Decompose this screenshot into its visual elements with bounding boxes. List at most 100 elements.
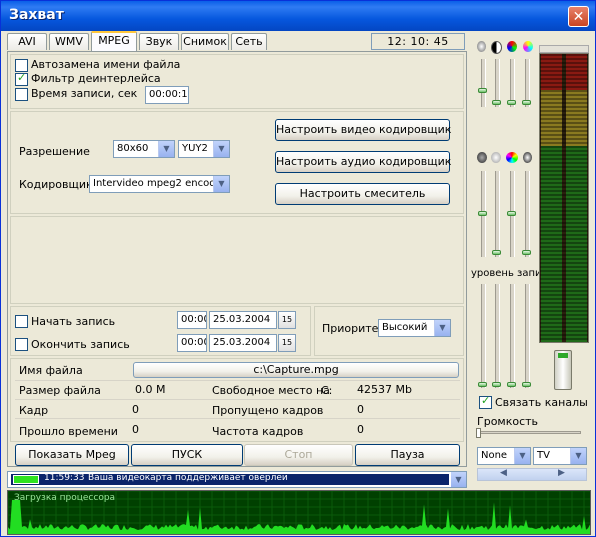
framerate-label: Частота кадров [212,425,304,438]
start-record-checkbox[interactable] [15,315,28,328]
dropped-value: 0 [357,403,364,416]
chevron-down-icon[interactable]: ▼ [514,448,530,464]
check-icon: ✓ [17,71,27,84]
framerate-value: 0 [357,423,364,436]
priority-select[interactable]: Высокий ▼ [378,319,451,337]
start-date-field[interactable]: 25.03.2004 [209,311,277,329]
record-time-field[interactable]: 00:00:10 [145,86,189,104]
start-time-field[interactable]: 00:00 [177,311,207,329]
link-channels-checkbox[interactable]: ✓ [479,394,492,409]
start-record-label: Начать запись [31,315,116,328]
deinterlace-checkbox[interactable]: ✓ [15,71,28,86]
slider-knob-6[interactable] [492,250,501,255]
rec-level-knob-3[interactable] [507,382,516,387]
audio-source-select[interactable]: None ▼ [477,447,531,465]
encoder-select[interactable]: Intervideo mpeg2 encoder ▼ [89,175,230,193]
vu-meter-header [539,45,589,53]
close-icon[interactable]: ✕ [568,6,589,27]
chevron-down-icon[interactable]: ▼ [158,141,174,157]
rec-level-track-2[interactable] [495,284,500,388]
arrow-left-icon[interactable]: ◀ [500,468,507,478]
title-bar[interactable]: Захват ✕ [1,1,595,31]
check-icon: ✓ [481,394,491,407]
configure-video-encoder-button[interactable]: Настроить видео кодировщик [275,119,451,141]
stop-time-field[interactable]: 00:00 [177,334,207,352]
video-source-value: TV [537,450,550,461]
filesize-value: 0.0 M [135,383,166,396]
frame-value: 0 [132,403,139,416]
configure-audio-encoder-button[interactable]: Настроить аудио кодировщик [275,151,451,173]
status-bar[interactable]: 11:59:33 Ваша видеокарта поддерживает ов… [7,471,467,488]
tab-network[interactable]: Сеть [231,33,267,50]
stop-button[interactable]: Стоп [244,444,353,466]
show-mpeg-button[interactable]: Показать Mpeg [15,444,129,466]
colorspace-select[interactable]: YUY2 ▼ [178,140,230,158]
record-time-label: Время записи, сек [31,87,138,100]
stop-record-label: Окончить запись [31,338,130,351]
clock-display: 12: 10: 45 [371,33,465,50]
filesize-label: Размер файла [19,384,101,397]
colorspace-value: YUY2 [182,143,208,154]
chevron-down-icon[interactable]: ▼ [434,320,450,336]
tab-mpeg[interactable]: MPEG [91,31,137,51]
window-title: Захват [9,7,64,23]
tab-avi[interactable]: AVI [7,33,47,50]
tab-sound[interactable]: Звук [139,33,179,50]
calendar-icon[interactable]: 15 [278,334,296,352]
master-volume-indicator [558,353,568,358]
audio-adjust-icons [477,152,537,166]
cpu-load-fill [8,500,590,534]
rec-level-track-3[interactable] [510,284,515,388]
rec-level-track-1[interactable] [481,284,486,388]
stop-date-field[interactable]: 25.03.2004 [209,334,277,352]
video-source-select[interactable]: TV ▼ [533,447,587,465]
chevron-down-icon[interactable]: ▼ [213,141,229,157]
rec-level-knob-4[interactable] [522,382,531,387]
chevron-down-icon[interactable]: ▼ [213,176,229,192]
tab-snapshot[interactable]: Снимок [181,33,229,50]
rec-level-knob-1[interactable] [478,382,487,387]
priority-value: Высокий [382,322,428,333]
saturation-icon [523,41,533,52]
sharpness-icon [523,152,532,163]
arrow-right-icon[interactable]: ▶ [558,468,565,478]
chevron-down-icon[interactable]: ▼ [451,472,466,487]
rec-level-track-4[interactable] [525,284,530,388]
contrast-icon [491,41,502,54]
master-volume-slider[interactable] [554,350,572,390]
contrast-slider-knob[interactable] [492,100,501,105]
hue-icon [507,41,517,52]
configure-mixer-button[interactable]: Настроить смеситель [275,183,450,205]
saturation-slider-knob[interactable] [522,100,531,105]
rec-level-knob-2[interactable] [492,382,501,387]
record-time-checkbox[interactable] [15,88,28,101]
resolution-label: Разрешение [19,145,90,158]
cpu-load-label: Загрузка процессора [14,493,116,503]
status-message: Ваша видеокарта поддерживает оверлеи [88,473,288,483]
pause-button[interactable]: Пауза [355,444,460,466]
volume-slider-track[interactable] [477,431,581,434]
slider-knob-8[interactable] [522,250,531,255]
hue-slider-knob[interactable] [507,100,516,105]
slider-track-6[interactable] [495,171,500,257]
slider-knob-7[interactable] [507,211,516,216]
resolution-select[interactable]: 80x60 ▼ [113,140,175,158]
start-button[interactable]: ПУСК [131,444,243,466]
calendar-icon[interactable]: 15 [278,311,296,329]
chevron-down-icon[interactable]: ▼ [570,448,586,464]
brightness-slider-knob[interactable] [478,88,487,93]
slider-track-8[interactable] [525,171,530,257]
deinterlace-label: Фильтр деинтерлейса [31,72,161,85]
volume-slider-knob[interactable] [476,428,481,438]
filename-field[interactable]: c:\Capture.mpg [133,362,459,378]
slider-knob-5[interactable] [478,211,487,216]
dropped-label: Пропущено кадров [212,404,324,417]
volume-label: Громкость [477,415,539,428]
tab-wmv[interactable]: WMV [49,33,89,50]
horizontal-scrollbar[interactable]: ◀ ▶ [477,468,587,481]
status-led-icon [13,475,39,484]
stop-record-checkbox[interactable] [15,338,28,351]
link-channels-label: Связать каналы [495,396,588,409]
brightness-slider-track[interactable] [481,59,486,107]
priority-label: Приоритет [322,322,385,335]
